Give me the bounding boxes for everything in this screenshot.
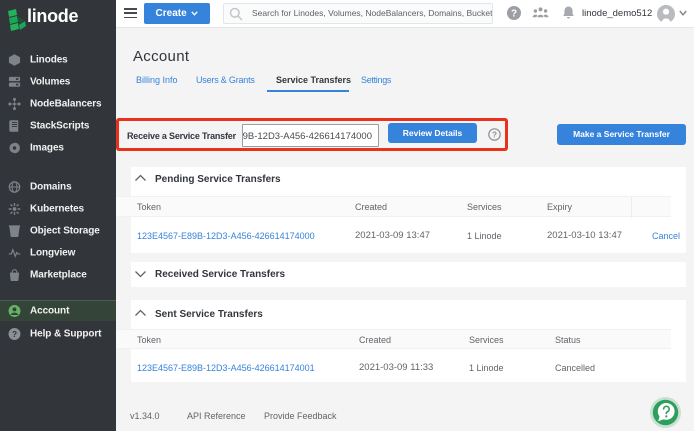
svg-text:?: ? xyxy=(511,9,517,20)
svg-text:?: ? xyxy=(492,130,497,140)
svg-text:?: ? xyxy=(12,329,17,339)
